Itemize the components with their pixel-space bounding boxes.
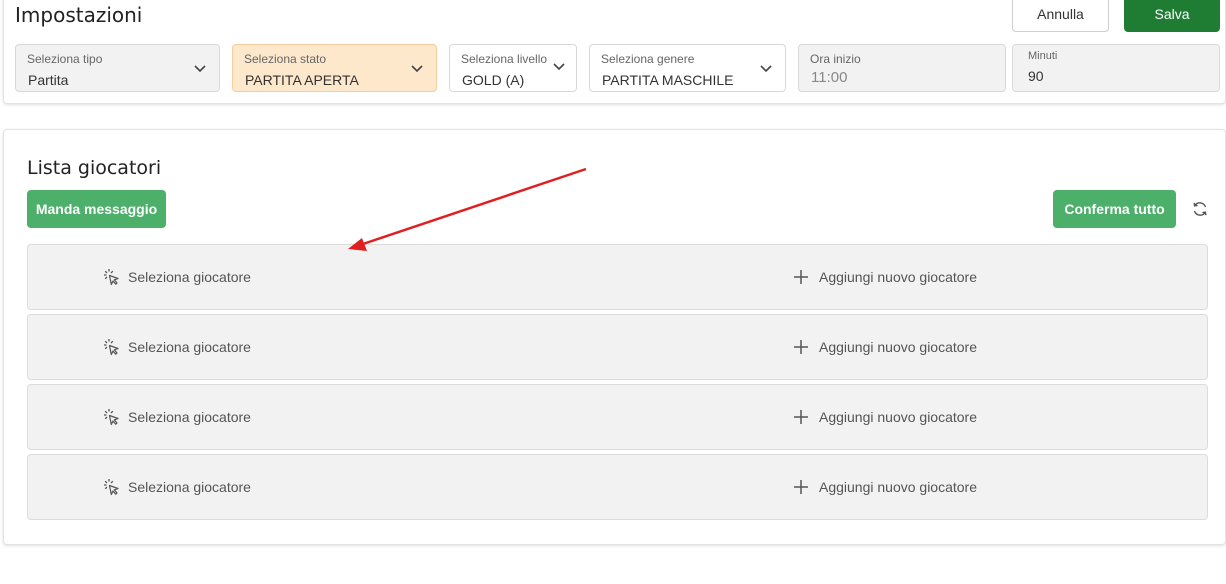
player-row: Seleziona giocatore Aggiungi nuovo gioca…: [27, 314, 1208, 380]
minutes-value: 90: [1028, 68, 1044, 84]
add-player-button[interactable]: Aggiungi nuovo giocatore: [793, 315, 977, 379]
select-player-label: Seleziona giocatore: [128, 409, 251, 425]
page-title: Impostazioni: [15, 3, 143, 27]
cursor-click-icon: [104, 269, 119, 286]
type-select[interactable]: Seleziona tipo Partita: [15, 44, 220, 92]
type-select-value: Partita: [28, 72, 69, 88]
select-player-label: Seleziona giocatore: [128, 339, 251, 355]
chevron-down-icon: [194, 65, 206, 73]
level-select[interactable]: Seleziona livello GOLD (A): [449, 44, 577, 92]
start-time-label: Ora inizio: [810, 52, 861, 66]
level-select-value: GOLD (A): [462, 72, 525, 88]
add-player-button[interactable]: Aggiungi nuovo giocatore: [793, 245, 977, 309]
add-player-label: Aggiungi nuovo giocatore: [819, 269, 978, 285]
gender-select-label: Seleziona genere: [601, 52, 695, 66]
add-player-label: Aggiungi nuovo giocatore: [819, 409, 978, 425]
select-player-button[interactable]: Seleziona giocatore: [102, 455, 251, 519]
plus-icon: [794, 270, 808, 284]
cursor-click-icon: [104, 409, 119, 426]
select-player-button[interactable]: Seleziona giocatore: [102, 385, 251, 449]
type-select-label: Seleziona tipo: [27, 52, 103, 66]
save-button[interactable]: Salva: [1124, 0, 1220, 32]
chevron-down-icon: [411, 65, 423, 73]
cursor-click-icon: [104, 479, 119, 496]
chevron-down-icon: [553, 63, 565, 71]
select-player-label: Seleziona giocatore: [128, 479, 251, 495]
cursor-click-icon: [104, 339, 119, 356]
minutes-field[interactable]: Minuti 90: [1012, 44, 1220, 92]
plus-icon: [794, 410, 808, 424]
player-row: Seleziona giocatore Aggiungi nuovo gioca…: [27, 454, 1208, 520]
start-time-field[interactable]: Ora inizio 11:00: [798, 44, 1006, 92]
start-time-value: 11:00: [811, 69, 848, 86]
gender-select[interactable]: Seleziona genere PARTITA MASCHILE: [589, 44, 786, 92]
select-player-label: Seleziona giocatore: [128, 269, 251, 285]
status-select-value: PARTITA APERTA: [245, 72, 359, 88]
plus-icon: [794, 340, 808, 354]
level-select-label: Seleziona livello: [461, 52, 548, 66]
add-player-button[interactable]: Aggiungi nuovo giocatore: [793, 455, 977, 519]
select-player-button[interactable]: Seleziona giocatore: [102, 245, 251, 309]
player-row: Seleziona giocatore Aggiungi nuovo gioca…: [27, 244, 1208, 310]
confirm-all-button[interactable]: Conferma tutto: [1053, 190, 1176, 228]
plus-icon: [794, 480, 808, 494]
chevron-down-icon: [760, 65, 772, 73]
status-select-label: Seleziona stato: [244, 52, 327, 66]
player-row: Seleziona giocatore Aggiungi nuovo gioca…: [27, 384, 1208, 450]
cancel-button[interactable]: Annulla: [1012, 0, 1109, 32]
add-player-label: Aggiungi nuovo giocatore: [819, 339, 978, 355]
refresh-icon[interactable]: [1191, 200, 1209, 218]
select-player-button[interactable]: Seleziona giocatore: [102, 315, 251, 379]
send-message-button[interactable]: Manda messaggio: [27, 190, 166, 228]
add-player-label: Aggiungi nuovo giocatore: [819, 479, 978, 495]
players-title: Lista giocatori: [27, 157, 162, 179]
status-select[interactable]: Seleziona stato PARTITA APERTA: [232, 44, 437, 92]
add-player-button[interactable]: Aggiungi nuovo giocatore: [793, 385, 977, 449]
minutes-label: Minuti: [1028, 50, 1058, 62]
gender-select-value: PARTITA MASCHILE: [602, 72, 734, 88]
